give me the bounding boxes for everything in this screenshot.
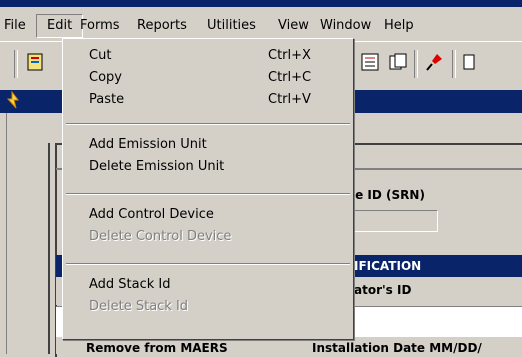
menu-window[interactable]: Window	[320, 15, 371, 37]
menu-item-delete-stack-id: Delete Stack Id	[89, 299, 189, 314]
window-frame-left	[0, 113, 7, 354]
menu-edit[interactable]: Edit	[36, 14, 84, 38]
srn-input[interactable]	[352, 210, 438, 232]
toolbar-separator	[452, 50, 456, 78]
menu-item-cut[interactable]: Cut Ctrl+X	[63, 45, 353, 67]
menu-item-add-stack-id[interactable]: Add Stack Id	[63, 274, 353, 296]
partial-toolbar-icon[interactable]	[460, 51, 484, 75]
menu-separator	[66, 123, 350, 125]
copy-forms-icon[interactable]	[386, 51, 410, 75]
form-panel-edge	[48, 143, 50, 354]
menu-item-copy[interactable]: Copy Ctrl+C	[63, 67, 353, 89]
toolbar-separator	[414, 50, 418, 78]
pin-icon[interactable]	[422, 51, 446, 75]
operator-id-label: ator's ID	[354, 283, 412, 297]
toolbar-separator	[14, 50, 18, 78]
menu-file[interactable]: File	[4, 15, 26, 37]
menu-item-add-control-device[interactable]: Add Control Device	[63, 204, 353, 226]
menu-forms[interactable]: Forms	[80, 15, 120, 37]
app-title-bar	[0, 0, 522, 7]
menu-help[interactable]: Help	[384, 15, 414, 37]
open-form-icon[interactable]	[24, 51, 48, 75]
srn-label: ce ID (SRN)	[348, 188, 425, 202]
form-window-icon	[4, 90, 20, 113]
menu-item-delete-control-device: Delete Control Device	[89, 229, 232, 244]
menu-separator	[66, 263, 350, 265]
menu-item-paste[interactable]: Paste Ctrl+V	[63, 89, 353, 111]
menu-view[interactable]: View	[278, 15, 309, 37]
menu-item-add-emission-unit[interactable]: Add Emission Unit	[63, 134, 353, 156]
installation-date-label: Installation Date MM/DD/	[312, 341, 482, 355]
menu-item-delete-emission-unit[interactable]: Delete Emission Unit	[63, 156, 353, 178]
menu-utilities[interactable]: Utilities	[207, 15, 256, 37]
menu-reports[interactable]: Reports	[137, 15, 187, 37]
section-header-label: IFICATION	[354, 259, 422, 273]
edit-menu-dropdown: Cut Ctrl+X Copy Ctrl+C Paste Ctrl+V Add …	[62, 38, 354, 340]
notes-icon[interactable]	[358, 51, 382, 75]
remove-from-maers-label: Remove from MAERS	[86, 341, 228, 355]
menu-bar: File Edit Forms Reports Utilities View W…	[0, 7, 522, 41]
menu-separator	[66, 193, 350, 195]
